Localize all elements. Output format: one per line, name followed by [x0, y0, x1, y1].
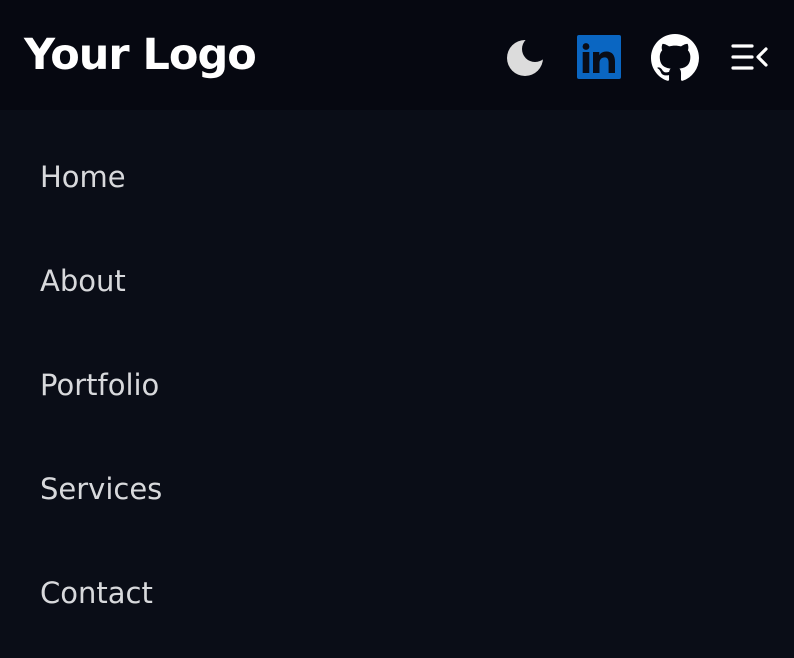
nav-item-contact[interactable]: Contact	[40, 573, 153, 613]
nav-item-about[interactable]: About	[40, 261, 126, 301]
moon-icon	[507, 40, 543, 76]
nav-item-portfolio[interactable]: Portfolio	[40, 365, 159, 405]
nav-item-services[interactable]: Services	[40, 469, 162, 509]
linkedin-link[interactable]	[577, 35, 621, 79]
linkedin-icon	[577, 35, 621, 79]
site-header: Your Logo	[0, 0, 794, 110]
github-link[interactable]	[651, 34, 699, 82]
menu-toggle-button[interactable]	[730, 40, 770, 74]
nav-item-home[interactable]: Home	[40, 157, 126, 197]
site-logo[interactable]: Your Logo	[24, 27, 257, 83]
theme-toggle-button[interactable]	[506, 37, 546, 77]
menu-collapse-icon	[731, 44, 768, 70]
github-icon	[651, 34, 699, 81]
main-nav: Home About Portfolio Services Contact	[0, 110, 794, 658]
